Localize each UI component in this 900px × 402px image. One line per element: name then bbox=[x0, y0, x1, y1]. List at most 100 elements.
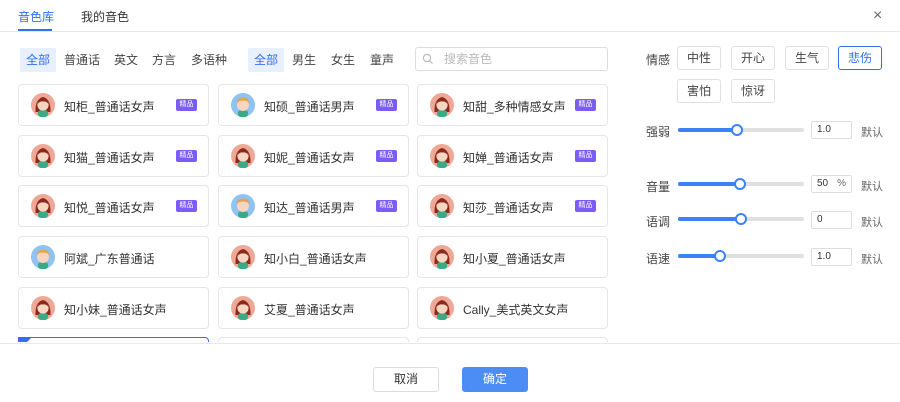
value-text: 1.0 bbox=[817, 124, 831, 135]
voice-card[interactable]: 知小夏_普通话女声 bbox=[417, 236, 608, 278]
close-icon[interactable]: × bbox=[873, 6, 882, 26]
filter-gender-all[interactable]: 全部 bbox=[248, 48, 285, 72]
voice-card[interactable] bbox=[218, 337, 409, 342]
slider-fill bbox=[678, 182, 740, 186]
slider-handle[interactable] bbox=[733, 178, 746, 190]
value-text: 50 bbox=[817, 178, 829, 189]
premium-badge: 精品 bbox=[176, 200, 197, 212]
female-avatar-icon bbox=[430, 144, 454, 168]
premium-badge: 精品 bbox=[575, 99, 596, 111]
voice-name: 知柜_普通话女声 bbox=[64, 100, 155, 114]
voice-name: 知妮_普通话女声 bbox=[264, 151, 355, 165]
voice-card[interactable]: 知硕_普通话男声 精品 bbox=[218, 84, 409, 126]
voice-name: 知婵_普通话女声 bbox=[463, 151, 554, 165]
slider-fill bbox=[678, 128, 738, 132]
pitch-slider[interactable] bbox=[678, 213, 804, 225]
slider-label: 强弱 bbox=[646, 125, 671, 139]
voice-card[interactable]: 知甜_多种情感女声 精品 bbox=[417, 84, 608, 126]
filter-language-all[interactable]: 全部 bbox=[20, 48, 57, 72]
filter-gender-female[interactable]: 女生 bbox=[325, 48, 361, 72]
slider-handle[interactable] bbox=[713, 250, 726, 262]
search-input[interactable] bbox=[444, 51, 599, 67]
voice-card[interactable]: 知达_普通话男声 精品 bbox=[218, 185, 409, 227]
voice-card[interactable]: 阿斌_广东普通话 bbox=[18, 236, 209, 278]
slider-handle[interactable] bbox=[735, 213, 747, 225]
voice-card[interactable] bbox=[417, 337, 608, 342]
premium-badge: 精品 bbox=[376, 150, 397, 162]
voice-name: 知硕_普通话男声 bbox=[264, 100, 355, 114]
emotion-sad[interactable]: 悲伤 bbox=[838, 46, 882, 70]
voice-name: 知小妹_普通话女声 bbox=[64, 303, 167, 317]
premium-badge: 精品 bbox=[176, 150, 197, 162]
female-avatar-icon bbox=[430, 194, 454, 218]
voice-card[interactable] bbox=[18, 337, 209, 342]
voice-card[interactable]: 知小妹_普通话女声 bbox=[18, 287, 209, 329]
slider-label: 语调 bbox=[646, 215, 671, 229]
female-avatar-icon bbox=[231, 144, 255, 168]
dialog-footer: 取消 确定 bbox=[0, 343, 900, 402]
filter-gender-child[interactable]: 童声 bbox=[364, 48, 400, 72]
cancel-button[interactable]: 取消 bbox=[373, 367, 439, 392]
voice-card[interactable]: 艾夏_普通话女声 bbox=[218, 287, 409, 329]
intensity-value-field[interactable]: 1.0 bbox=[811, 121, 852, 139]
premium-badge: 精品 bbox=[575, 150, 596, 162]
female-avatar-icon bbox=[31, 144, 55, 168]
voice-name: 阿斌_广东普通话 bbox=[64, 252, 155, 266]
default-button[interactable]: 默认 bbox=[861, 178, 883, 194]
intensity-slider[interactable] bbox=[678, 124, 804, 136]
voice-card[interactable]: 知莎_普通话女声 精品 bbox=[417, 185, 608, 227]
tab-my-voices[interactable]: 我的音色 bbox=[81, 8, 129, 25]
slider-fill bbox=[678, 217, 741, 221]
speed-slider[interactable] bbox=[678, 250, 804, 262]
premium-badge: 精品 bbox=[376, 99, 397, 111]
female-avatar-icon bbox=[231, 296, 255, 320]
emotion-surprise[interactable]: 惊讶 bbox=[731, 79, 775, 103]
female-avatar-icon bbox=[31, 296, 55, 320]
filter-language-english[interactable]: 英文 bbox=[108, 48, 144, 72]
dialog-header: 音色库 我的音色 × bbox=[0, 0, 900, 32]
female-avatar-icon bbox=[430, 93, 454, 117]
voice-card[interactable]: 知婵_普通话女声 精品 bbox=[417, 135, 608, 177]
emotion-happy[interactable]: 开心 bbox=[731, 46, 775, 70]
voice-name: 知悦_普通话女声 bbox=[64, 201, 155, 215]
filter-language-mandarin[interactable]: 普通话 bbox=[58, 48, 106, 72]
default-button[interactable]: 默认 bbox=[861, 251, 883, 267]
emotion-angry[interactable]: 生气 bbox=[785, 46, 829, 70]
emotion-fear[interactable]: 害怕 bbox=[677, 79, 721, 103]
voice-card[interactable]: 知小白_普通话女声 bbox=[218, 236, 409, 278]
slider-label: 音量 bbox=[646, 180, 671, 194]
tab-voice-library[interactable]: 音色库 bbox=[18, 8, 54, 25]
search-icon bbox=[422, 53, 433, 64]
premium-badge: 精品 bbox=[575, 200, 596, 212]
voice-card[interactable]: Cally_美式英文女声 bbox=[417, 287, 608, 329]
voice-card[interactable]: 知妮_普通话女声 精品 bbox=[218, 135, 409, 177]
value-text: 0 bbox=[817, 214, 823, 225]
selected-corner-icon bbox=[18, 337, 32, 342]
active-tab-indicator bbox=[18, 29, 52, 31]
voice-card[interactable]: 知猫_普通话女声 精品 bbox=[18, 135, 209, 177]
female-avatar-icon bbox=[31, 194, 55, 218]
voice-name: 知猫_普通话女声 bbox=[64, 151, 155, 165]
voice-name: 知莎_普通话女声 bbox=[463, 201, 554, 215]
filter-language-multilingual[interactable]: 多语种 bbox=[185, 48, 233, 72]
voice-card[interactable]: 知柜_普通话女声 精品 bbox=[18, 84, 209, 126]
emotion-label: 情感 bbox=[646, 53, 671, 67]
default-button[interactable]: 默认 bbox=[861, 214, 883, 230]
voice-name: 知小白_普通话女声 bbox=[264, 252, 367, 266]
speed-value-field[interactable]: 1.0 bbox=[811, 248, 852, 266]
volume-slider[interactable] bbox=[678, 178, 804, 190]
emotion-neutral[interactable]: 中性 bbox=[677, 46, 721, 70]
filter-gender-male[interactable]: 男生 bbox=[286, 48, 322, 72]
pitch-value-field[interactable]: 0 bbox=[811, 211, 852, 229]
male-avatar-icon bbox=[231, 194, 255, 218]
voice-name: 艾夏_普通话女声 bbox=[264, 303, 355, 317]
volume-value-field[interactable]: 50% bbox=[811, 175, 852, 193]
filter-language-dialect[interactable]: 方言 bbox=[146, 48, 182, 72]
value-text: 1.0 bbox=[817, 251, 831, 262]
voice-name: 知达_普通话男声 bbox=[264, 201, 355, 215]
slider-handle[interactable] bbox=[731, 124, 744, 136]
voice-name: 知小夏_普通话女声 bbox=[463, 252, 566, 266]
default-button[interactable]: 默认 bbox=[861, 124, 883, 140]
voice-card[interactable]: 知悦_普通话女声 精品 bbox=[18, 185, 209, 227]
confirm-button[interactable]: 确定 bbox=[462, 367, 528, 392]
